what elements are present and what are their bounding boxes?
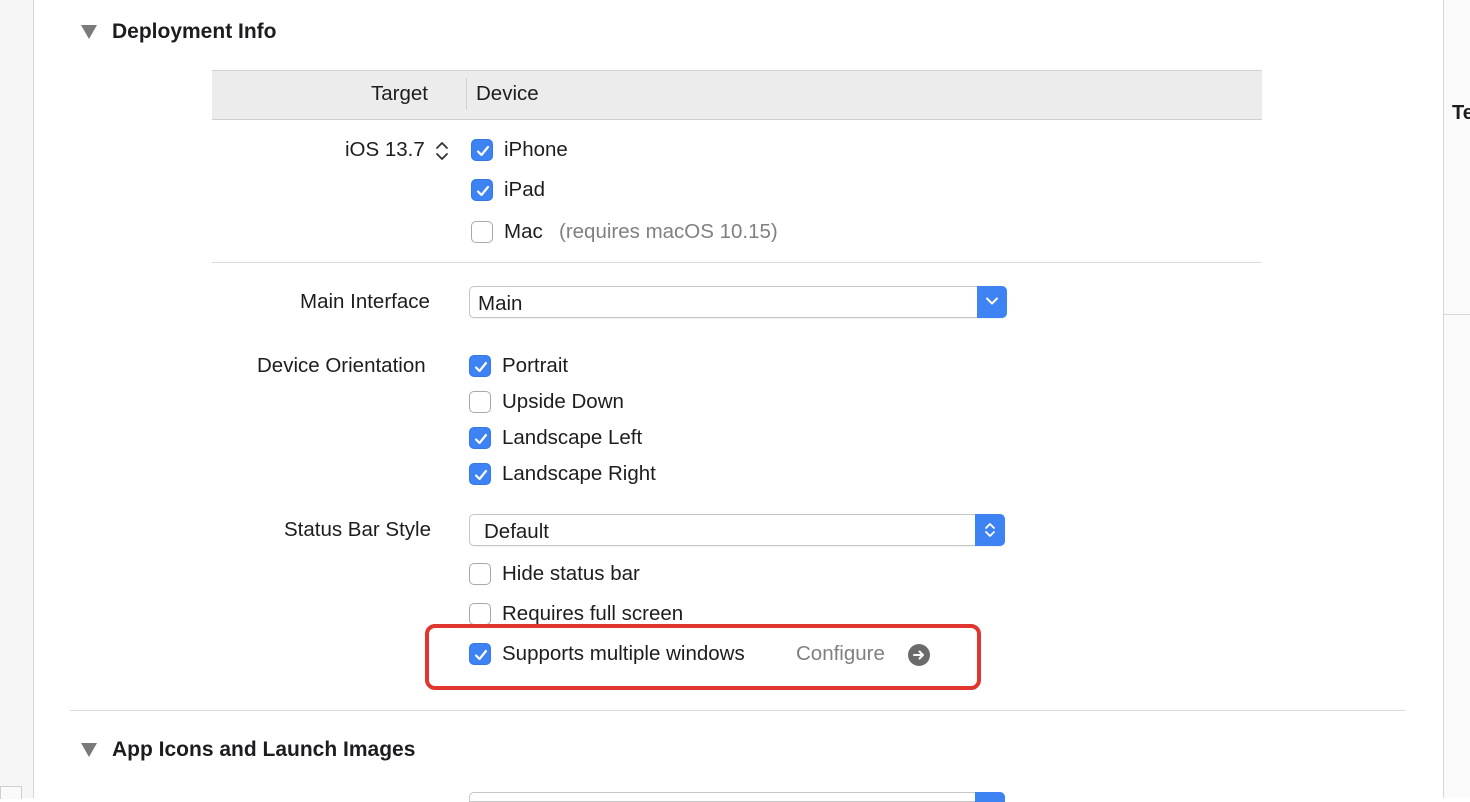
triangle-down-icon[interactable] xyxy=(81,25,97,39)
checkbox-mac[interactable] xyxy=(471,221,493,243)
configure-link[interactable]: Configure xyxy=(796,642,885,666)
device-ipad-label: iPad xyxy=(504,178,546,201)
target-version[interactable]: iOS 13.7 xyxy=(345,138,425,162)
checkbox-ipad[interactable] xyxy=(471,179,493,201)
checkbox-landscape-right[interactable] xyxy=(469,463,491,485)
section-divider xyxy=(70,710,1406,711)
orientation-landscape-right-label: Landscape Right xyxy=(502,462,656,485)
main-interface-combobox[interactable]: Main xyxy=(469,286,1007,318)
checkbox-iphone[interactable] xyxy=(471,139,493,161)
orientation-upside-down-label: Upside Down xyxy=(502,390,624,413)
checkbox-upside-down[interactable] xyxy=(469,391,491,413)
device-orientation-label: Device Orientation xyxy=(257,354,426,377)
header-device: Device xyxy=(476,82,539,105)
main-interface-value[interactable]: Main xyxy=(478,292,522,316)
inspector-label: Te xyxy=(1452,102,1470,124)
checkbox-hide-status-bar[interactable] xyxy=(469,563,491,585)
popup-button-edge[interactable] xyxy=(975,792,1005,802)
header-target: Target xyxy=(371,82,428,105)
table-header xyxy=(212,70,1262,120)
checkbox-requires-full-screen[interactable] xyxy=(469,603,491,625)
stepper-updown-icon[interactable] xyxy=(975,514,1005,546)
supports-multiple-windows-label: Supports multiple windows xyxy=(502,642,745,665)
section-title-deployment: Deployment Info xyxy=(112,20,277,43)
arrow-right-circle-icon[interactable] xyxy=(908,644,930,666)
app-icons-source-popup[interactable] xyxy=(469,792,1005,802)
stepper-updown-icon[interactable] xyxy=(435,140,449,162)
orientation-landscape-left-label: Landscape Left xyxy=(502,426,643,449)
hide-status-bar-label: Hide status bar xyxy=(502,562,640,585)
triangle-down-icon[interactable] xyxy=(81,743,97,757)
left-panel-tab[interactable] xyxy=(0,786,22,799)
main-interface-label: Main Interface xyxy=(300,290,430,313)
header-separator xyxy=(466,78,467,110)
checkbox-portrait[interactable] xyxy=(469,355,491,377)
section-title-app-icons: App Icons and Launch Images xyxy=(112,738,416,761)
left-gutter xyxy=(0,0,34,798)
divider xyxy=(212,262,1262,263)
orientation-portrait-label: Portrait xyxy=(502,354,569,377)
chevron-down-icon[interactable] xyxy=(977,286,1007,318)
status-bar-style-label: Status Bar Style xyxy=(284,518,431,541)
status-bar-style-value[interactable]: Default xyxy=(484,520,549,544)
checkbox-landscape-left[interactable] xyxy=(469,427,491,449)
mac-requirement-note: (requires macOS 10.15) xyxy=(559,220,778,243)
device-iphone-label: iPhone xyxy=(504,138,568,161)
checkbox-supports-multiple-windows[interactable] xyxy=(469,643,491,665)
requires-full-screen-label: Requires full screen xyxy=(502,602,684,625)
status-bar-style-popup[interactable]: Default xyxy=(469,514,1005,546)
inspector-divider xyxy=(1443,314,1470,315)
device-mac-label: Mac xyxy=(504,220,543,243)
